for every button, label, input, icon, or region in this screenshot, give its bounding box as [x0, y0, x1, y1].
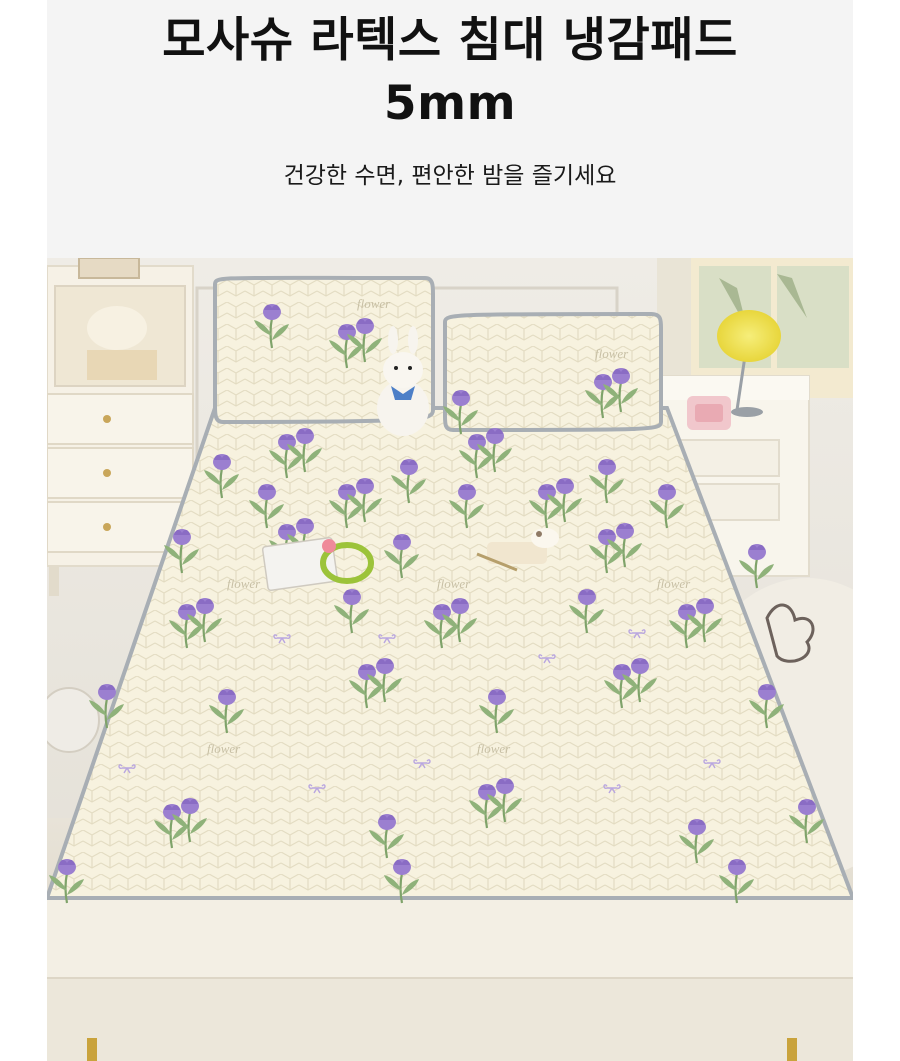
product-thickness: 5mm — [383, 76, 517, 131]
product-page: 모사슈 라텍스 침대 냉감패드 5mm 건강한 수면, 편안한 밤을 즐기세요 — [0, 0, 900, 1061]
pad-word-5: flower — [477, 741, 511, 756]
product-subtitle: 건강한 수면, 편안한 밤을 즐기세요 — [283, 163, 617, 189]
pad-word-3: flower — [657, 576, 691, 591]
pillow-word-1: flower — [357, 296, 391, 311]
pillow-word-2: flower — [595, 346, 629, 361]
product-photo: flower flower flower flower flower flowe… — [47, 258, 853, 1061]
bedroom-scene: flower flower flower flower flower flowe… — [47, 258, 853, 1061]
pad-word-1: flower — [227, 576, 261, 591]
pad-word-4: flower — [207, 741, 241, 756]
pad-word-2: flower — [437, 576, 471, 591]
product-title: 모사슈 라텍스 침대 냉감패드 — [162, 13, 738, 68]
